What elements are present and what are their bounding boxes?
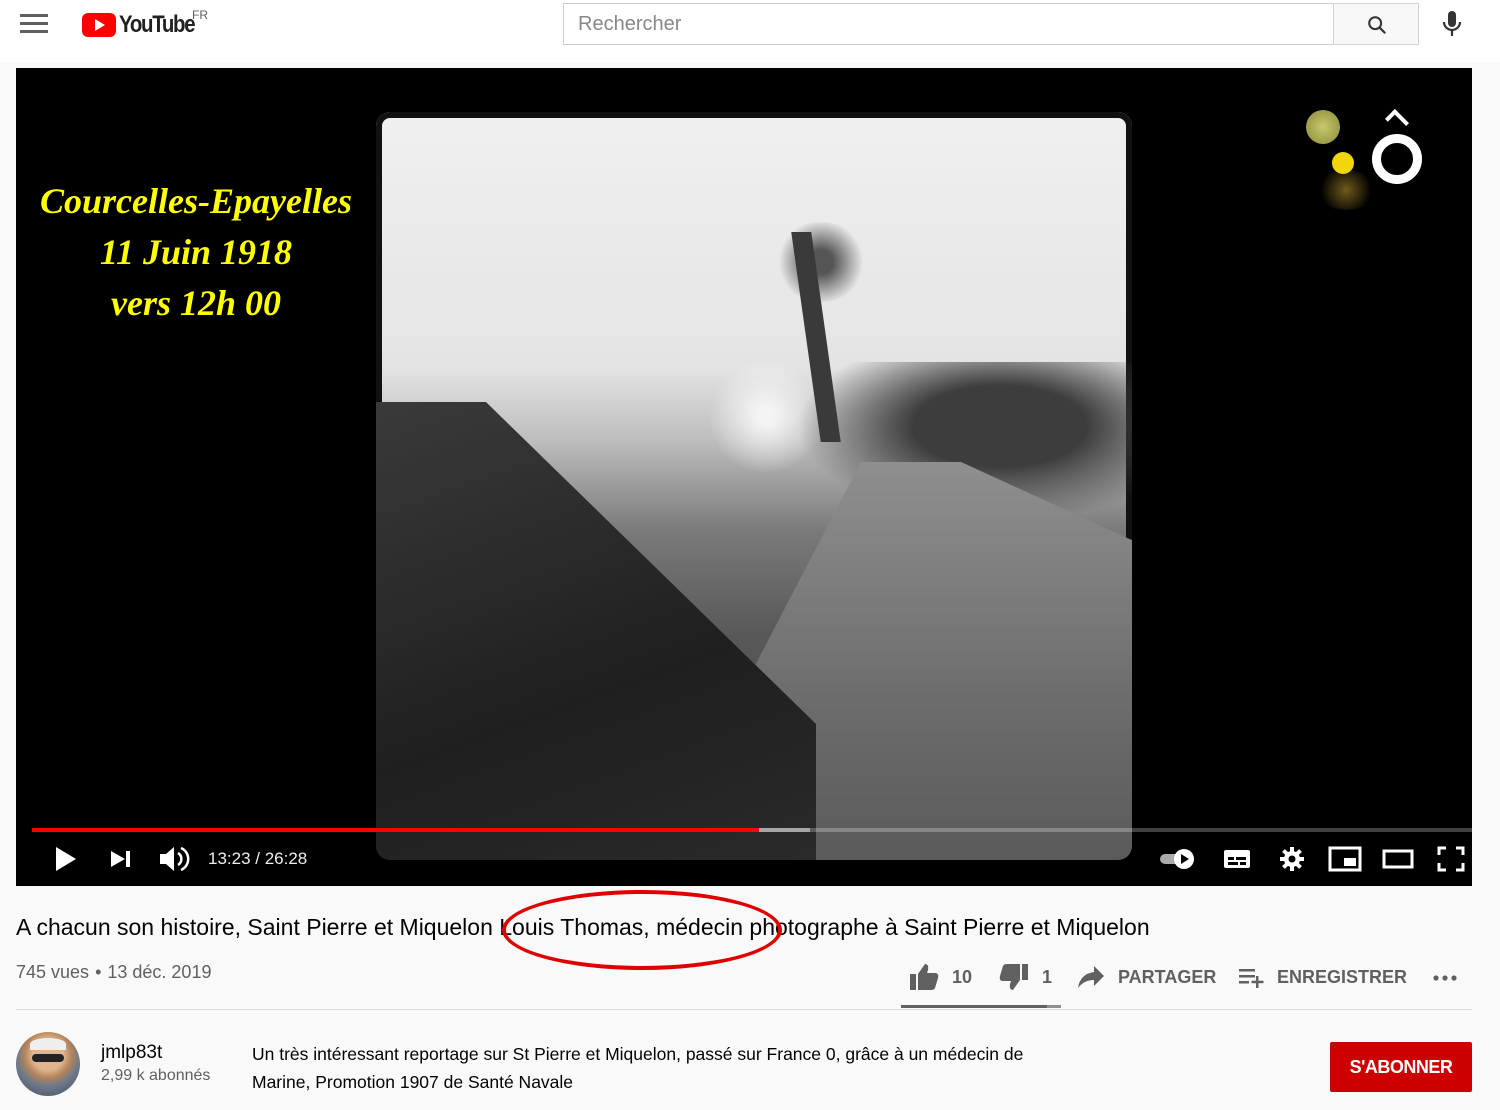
youtube-logo[interactable]: YouTube FR bbox=[82, 8, 208, 40]
video-player[interactable]: Courcelles-Epayelles 11 Juin 1918 vers 1… bbox=[16, 68, 1472, 886]
like-icon bbox=[910, 964, 939, 990]
share-icon bbox=[1078, 966, 1104, 988]
video-overlay-caption: Courcelles-Epayelles 11 Juin 1918 vers 1… bbox=[16, 176, 376, 329]
play-button[interactable] bbox=[50, 844, 80, 874]
video-meta: 745 vues • 13 déc. 2019 bbox=[16, 962, 211, 983]
settings-icon bbox=[1280, 847, 1304, 871]
subtitles-button[interactable] bbox=[1222, 844, 1252, 874]
theater-mode-icon bbox=[1382, 849, 1414, 869]
time-display: 13:23 / 26:28 bbox=[208, 849, 308, 868]
subscriber-count: 2,99 k abonnés bbox=[101, 1067, 211, 1084]
youtube-logo-icon bbox=[82, 13, 116, 37]
subtitles-icon bbox=[1224, 850, 1250, 868]
miniplayer-button[interactable] bbox=[1328, 844, 1362, 874]
save-playlist-icon bbox=[1239, 969, 1264, 988]
overlay-line-time: vers 12h 00 bbox=[111, 283, 281, 323]
autoplay-toggle[interactable] bbox=[1158, 844, 1198, 874]
dislike-icon bbox=[999, 964, 1028, 990]
progress-played bbox=[32, 828, 760, 832]
search-box bbox=[563, 3, 1334, 45]
video-title: A chacun son histoire, Saint Pierre et M… bbox=[16, 914, 1150, 940]
progress-bar[interactable] bbox=[32, 828, 1472, 832]
more-actions-button[interactable] bbox=[1432, 962, 1472, 992]
mic-button[interactable] bbox=[1438, 8, 1466, 40]
subscribe-button[interactable]: S'ABONNER bbox=[1330, 1042, 1472, 1092]
dislike-count: 1 bbox=[1042, 966, 1053, 987]
next-button[interactable] bbox=[108, 844, 134, 874]
theater-mode-button[interactable] bbox=[1382, 844, 1414, 874]
save-button[interactable]: ENREGISTRER bbox=[1237, 962, 1407, 992]
like-dislike-ratio-bar bbox=[901, 1005, 1061, 1008]
section-divider bbox=[16, 1009, 1472, 1010]
like-count: 10 bbox=[952, 966, 973, 987]
autoplay-toggle-icon bbox=[1160, 849, 1194, 869]
country-code: FR bbox=[192, 8, 208, 22]
miniplayer-icon bbox=[1328, 846, 1362, 872]
meta-separator: • bbox=[95, 962, 102, 982]
volume-icon bbox=[160, 846, 190, 872]
logo-text: YouTube bbox=[119, 11, 196, 38]
share-button[interactable]: PARTAGER bbox=[1076, 962, 1216, 992]
volume-button[interactable] bbox=[158, 844, 190, 874]
channel-avatar[interactable] bbox=[16, 1032, 80, 1096]
mic-icon bbox=[1442, 11, 1462, 36]
publish-date: 13 déc. 2019 bbox=[107, 962, 212, 982]
search-icon bbox=[1368, 16, 1387, 35]
fullscreen-icon bbox=[1437, 846, 1465, 872]
play-icon bbox=[56, 847, 76, 871]
overlay-line-place: Courcelles-Epayelles bbox=[40, 181, 352, 221]
next-icon bbox=[111, 851, 130, 867]
video-frame-photo bbox=[376, 112, 1132, 860]
dislike-button[interactable]: 1 bbox=[998, 962, 1052, 992]
menu-icon[interactable] bbox=[20, 14, 48, 36]
settings-button[interactable] bbox=[1278, 844, 1306, 874]
view-count: 745 vues bbox=[16, 962, 90, 982]
fullscreen-button[interactable] bbox=[1436, 844, 1466, 874]
description-line: Un très intéressant reportage sur St Pie… bbox=[252, 1044, 1024, 1064]
search-button[interactable] bbox=[1333, 3, 1419, 45]
more-icon bbox=[1433, 975, 1457, 981]
tv-channel-logo-icon bbox=[1306, 104, 1446, 214]
video-description: Un très intéressant reportage sur St Pie… bbox=[252, 1040, 1092, 1096]
masthead: YouTube FR bbox=[0, 0, 1500, 62]
search-input[interactable] bbox=[564, 4, 1334, 44]
like-button[interactable]: 10 bbox=[908, 962, 972, 992]
description-line: Marine, Promotion 1907 de Santé Navale bbox=[252, 1072, 574, 1092]
save-label: ENREGISTRER bbox=[1277, 966, 1408, 987]
share-label: PARTAGER bbox=[1118, 966, 1217, 987]
channel-name[interactable]: jmlp83t bbox=[101, 1042, 162, 1064]
overlay-line-date: 11 Juin 1918 bbox=[99, 232, 293, 272]
